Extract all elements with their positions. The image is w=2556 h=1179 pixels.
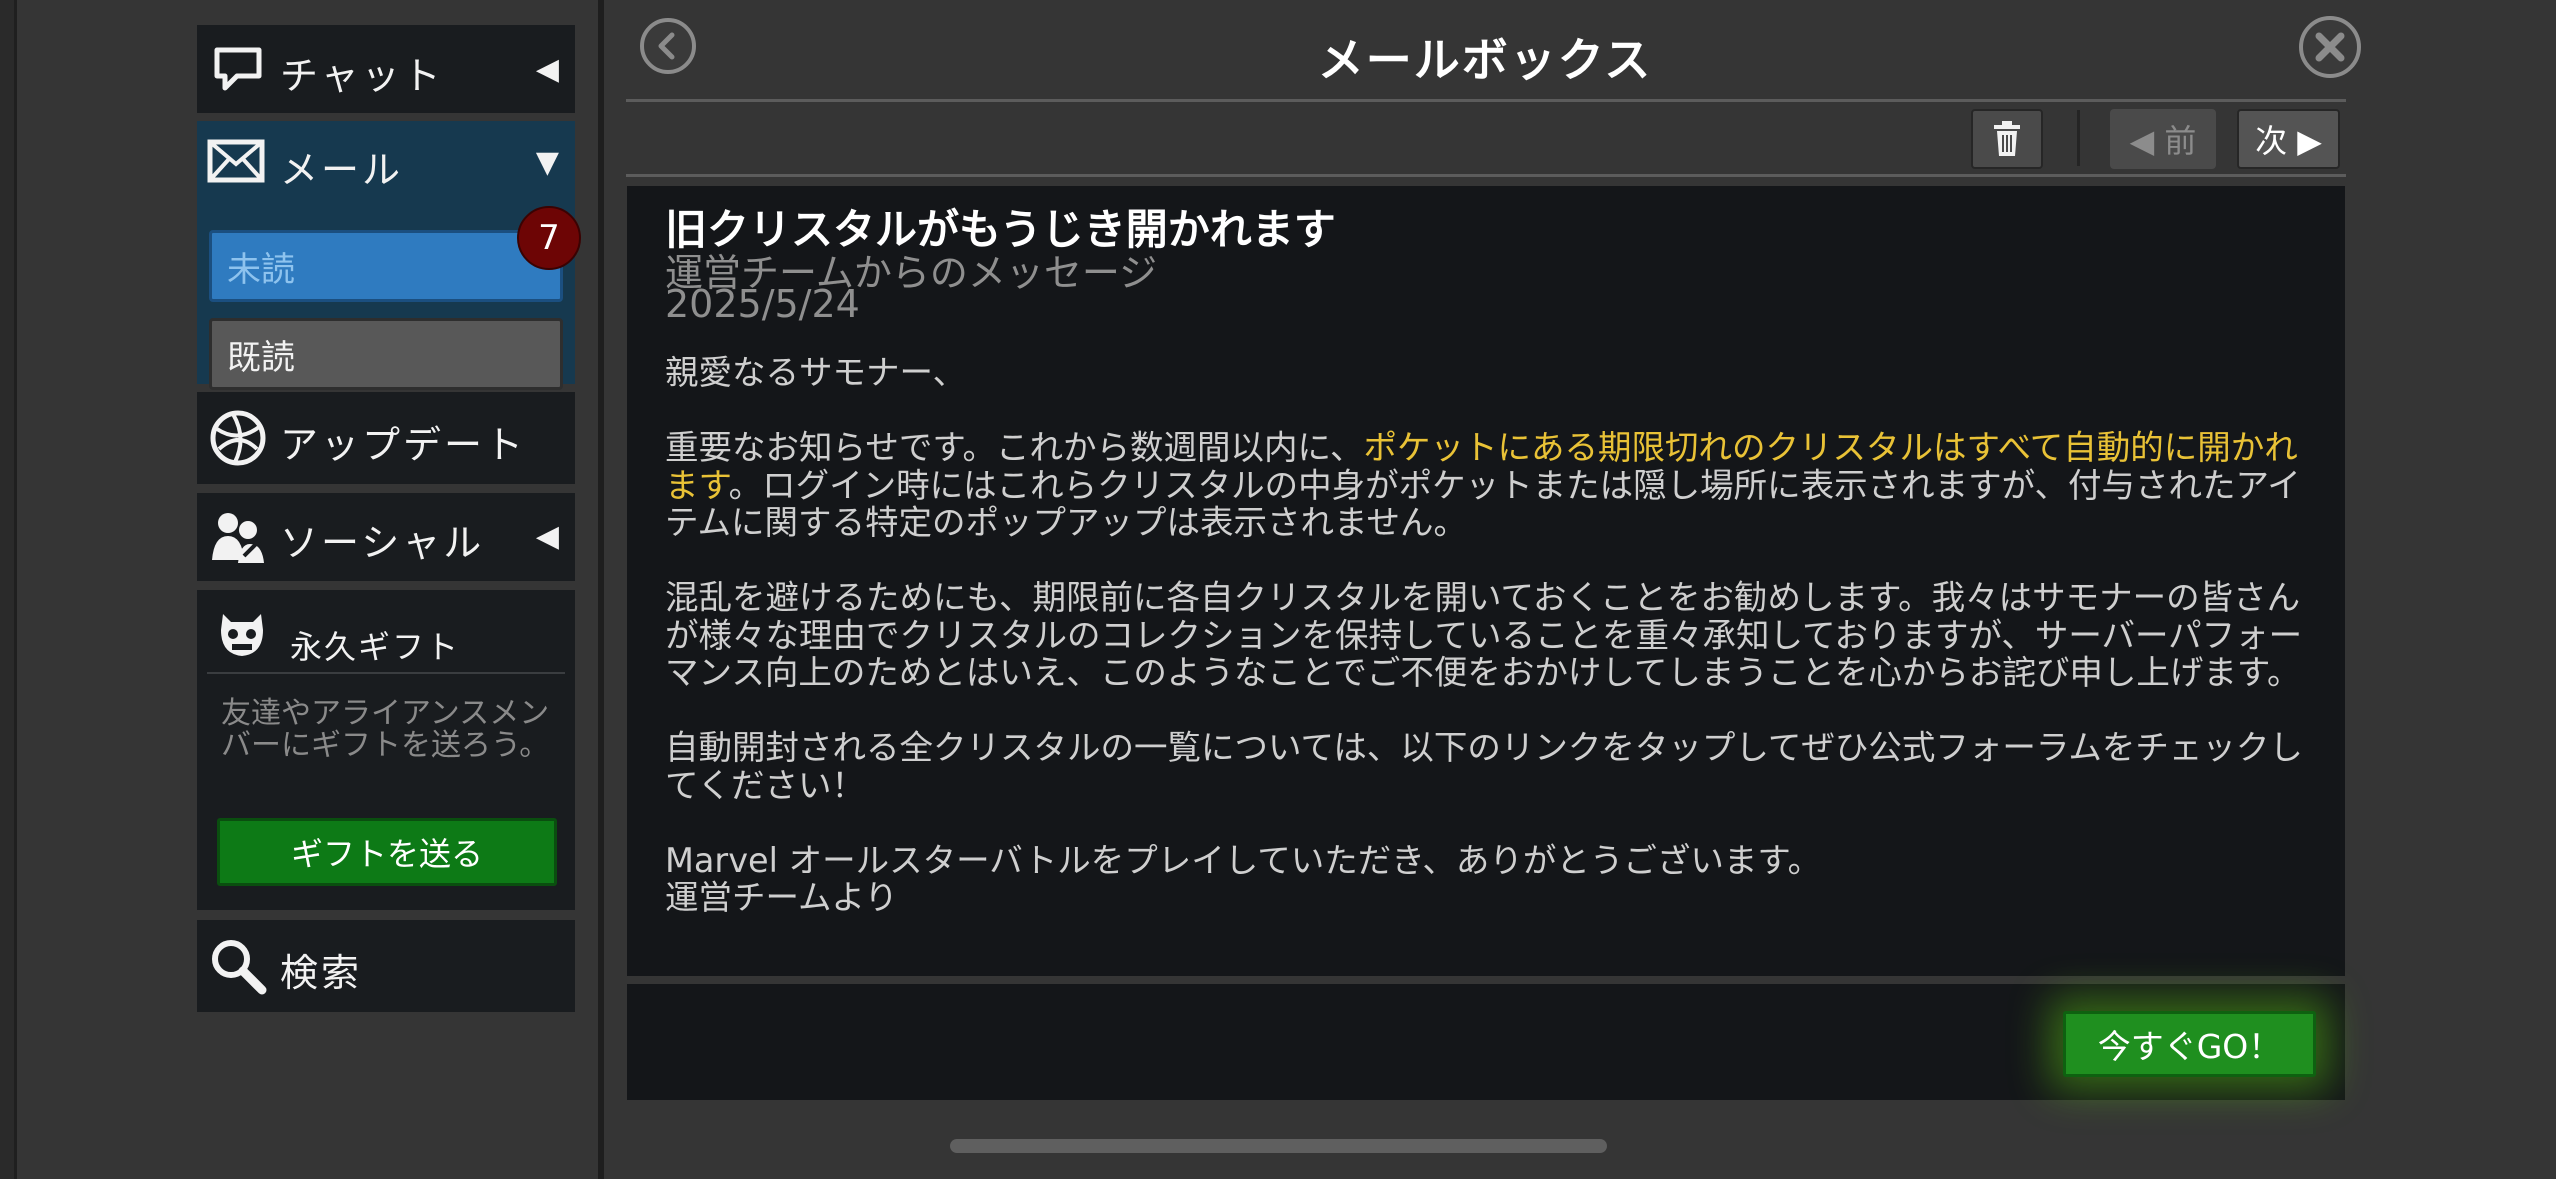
- mail-content: 旧クリスタルがもうじき開かれます 運営チームからのメッセージ 2025/5/24…: [627, 186, 2345, 976]
- chat-bubble-icon: [207, 38, 269, 100]
- left-edge-strip: [0, 0, 17, 1179]
- home-indicator[interactable]: [950, 1139, 1607, 1153]
- text-span: 重要なお知らせです。これから数週間以内に、: [665, 428, 1364, 467]
- envelope-icon: [205, 130, 267, 192]
- unread-count-badge: 7: [517, 206, 581, 270]
- separator: [207, 672, 565, 674]
- toolbar-rule: [626, 174, 2346, 177]
- sidebar-item-social[interactable]: ソーシャル ◀: [197, 493, 575, 581]
- permanent-gift-panel: 永久ギフト 友達やアライアンスメンバーにギフトを送ろう。 ギフトを送る: [197, 590, 575, 910]
- trash-icon: [1994, 121, 2020, 156]
- sidebar-item-label: 検索: [280, 951, 363, 995]
- unread-tab[interactable]: 未読: [209, 230, 563, 302]
- mail-paragraph: 混乱を避けるためにも、期限前に各自クリスタルを開いておくことをお勧めします。我々…: [665, 578, 2303, 692]
- mail-closing: Marvel オールスターバトルをプレイしていただき、ありがとうございます。 運営…: [665, 840, 2305, 917]
- next-button[interactable]: 次 ▶: [2237, 109, 2340, 169]
- closing-line: Marvel オールスターバトルをプレイしていただき、ありがとうございます。: [665, 840, 1822, 880]
- send-gift-button[interactable]: ギフトを送る: [217, 818, 557, 886]
- mail-body: 親愛なるサモナー、 重要なお知らせです。これから数週間以内に、ポケットにある期限…: [665, 354, 2305, 954]
- toolbar-separator: [2077, 110, 2080, 166]
- collapse-arrow-icon: ◀: [535, 52, 559, 87]
- mail-paragraph: 重要なお知らせです。これから数週間以内に、ポケットにある期限切れのクリスタルはす…: [665, 429, 2305, 542]
- globe-icon: [207, 407, 269, 469]
- collapse-arrow-icon: ◀: [535, 519, 559, 554]
- sidebar-item-label: アップデート: [280, 423, 527, 467]
- sidebar-item-label: メール: [280, 148, 404, 192]
- close-button[interactable]: [2299, 16, 2361, 78]
- previous-button[interactable]: ◀ 前: [2110, 109, 2216, 169]
- text-span: 。ログイン時にはこれらクリスタルの中身がポケットまたは隠し場所に表示されますが、…: [665, 465, 2301, 542]
- page-title: メールボックス: [1317, 33, 1653, 87]
- mail-date: 2025/5/24: [665, 282, 860, 326]
- sidebar-item-label: チャット: [280, 54, 444, 98]
- go-now-button[interactable]: 今すぐGO！: [2063, 1011, 2316, 1077]
- back-button[interactable]: [640, 18, 696, 74]
- sidebar-item-search[interactable]: 検索: [197, 920, 575, 1012]
- signature: 運営チームより: [665, 878, 898, 917]
- sidebar-item-update[interactable]: アップデート: [197, 392, 575, 484]
- expand-arrow-icon: ▼: [535, 145, 559, 180]
- mail-greeting: 親愛なるサモナー、: [665, 353, 967, 392]
- sidebar-item-chat[interactable]: チャット ◀: [197, 25, 575, 113]
- delete-button[interactable]: [1971, 109, 2043, 169]
- magnifier-icon: [207, 935, 269, 997]
- people-icon: [207, 506, 269, 568]
- read-tab[interactable]: 既読: [209, 318, 563, 390]
- back-arrow-icon: [658, 32, 675, 60]
- gift-title: 永久ギフト: [290, 628, 461, 666]
- sidebar-item-label: ソーシャル: [280, 521, 485, 565]
- close-icon: [2315, 32, 2345, 62]
- mail-header[interactable]: メール ▼: [197, 121, 575, 201]
- sidebar-divider: [598, 0, 604, 1179]
- creature-face-icon: [211, 600, 273, 662]
- mail-paragraph: 自動開封される全クリスタルの一覧については、以下のリンクをタップしてぜひ公式フォ…: [665, 728, 2303, 805]
- sidebar-item-mail: メール ▼ 未読 既読 7: [197, 121, 581, 390]
- header-rule: [626, 99, 2346, 102]
- gift-description: 友達やアライアンスメンバーにギフトを送ろう。: [221, 696, 550, 763]
